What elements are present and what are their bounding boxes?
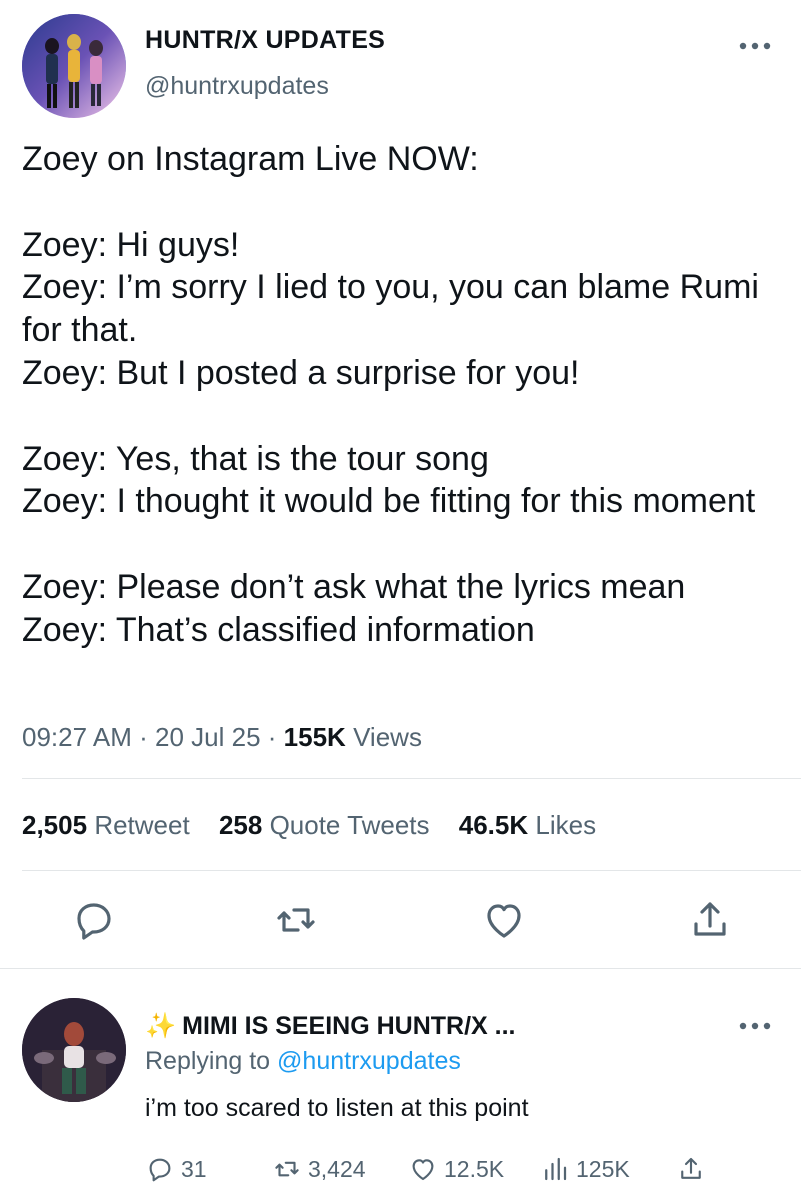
likes-count: 46.5K (458, 810, 529, 840)
display-name[interactable]: HUNTR/X UPDATES (145, 26, 385, 55)
reply-reply-button[interactable]: 31 (145, 1152, 207, 1186)
likes-stat[interactable]: 46.5K Likes (459, 810, 596, 840)
retweet-count: 3,424 (308, 1155, 366, 1182)
divider (0, 968, 801, 969)
tweet-meta: 09:27 AM · 20 Jul 25 · 155K Views (22, 722, 422, 753)
divider (22, 778, 801, 779)
views-label: Views (353, 722, 422, 752)
retweet-icon (275, 1161, 299, 1177)
reply-body: i’m too scared to listen at this point (145, 1094, 529, 1122)
tweet-time[interactable]: 09:27 AM (22, 722, 132, 752)
more-horizontal-icon[interactable] (738, 1018, 772, 1034)
quotes-count: 258 (218, 810, 263, 840)
like-count: 12.5K (444, 1155, 505, 1182)
reply-count: 31 (181, 1155, 207, 1182)
retweets-count: 2,505 (22, 810, 88, 840)
share-icon (681, 1157, 701, 1179)
reply-bubble-icon (77, 903, 111, 940)
heart-icon (487, 904, 521, 938)
quotes-stat[interactable]: 258 Quote Tweets (219, 810, 430, 840)
more-horizontal-icon[interactable] (738, 38, 772, 54)
quotes-label: Quote Tweets (269, 810, 430, 840)
like-button[interactable] (480, 896, 528, 944)
avatar[interactable] (22, 14, 126, 118)
share-icon (694, 902, 726, 936)
heart-icon (412, 1159, 434, 1181)
reply-name-text: MIMI IS SEEING HUNTR/X ... (182, 1012, 516, 1040)
tweet-date[interactable]: 20 Jul 25 (155, 722, 261, 752)
likes-label: Likes (535, 810, 597, 840)
reply-bubble-icon (149, 1158, 171, 1182)
meta-separator: · (139, 722, 148, 752)
views-count: 125K (576, 1155, 630, 1182)
reply-like-button[interactable]: 12.5K (408, 1152, 504, 1186)
reply-retweet-button[interactable]: 3,424 (272, 1152, 366, 1186)
reply-views-button[interactable]: 125K (540, 1152, 630, 1186)
retweets-label: Retweet (94, 810, 190, 840)
user-handle[interactable]: @huntrxupdates (145, 72, 329, 101)
share-button[interactable] (686, 896, 734, 944)
replying-to: Replying to @huntrxupdates (145, 1047, 461, 1076)
reply-avatar[interactable] (22, 998, 126, 1102)
retweet-button[interactable] (272, 896, 320, 944)
reply-share-button[interactable] (676, 1152, 706, 1186)
meta-separator: · (267, 722, 277, 752)
retweet-icon (277, 908, 315, 932)
tweet-body: Zoey on Instagram Live NOW: Zoey: Hi guy… (22, 140, 759, 649)
divider (22, 870, 801, 871)
views-count: 155K (283, 722, 346, 752)
replying-handle-link[interactable]: @huntrxupdates (277, 1047, 461, 1075)
retweets-stat[interactable]: 2,505 Retweet (22, 810, 190, 840)
sparkle-emoji: ✨ (145, 1012, 177, 1040)
replying-prefix: Replying to (145, 1047, 271, 1075)
reply-button[interactable] (70, 896, 118, 944)
views-bar-icon (545, 1157, 567, 1181)
reply-display-name[interactable]: ✨ MIMI IS SEEING HUNTR/X ... (145, 1012, 516, 1041)
engagement-stats: 2,505 Retweet 258 Quote Tweets 46.5K Lik… (22, 810, 618, 841)
